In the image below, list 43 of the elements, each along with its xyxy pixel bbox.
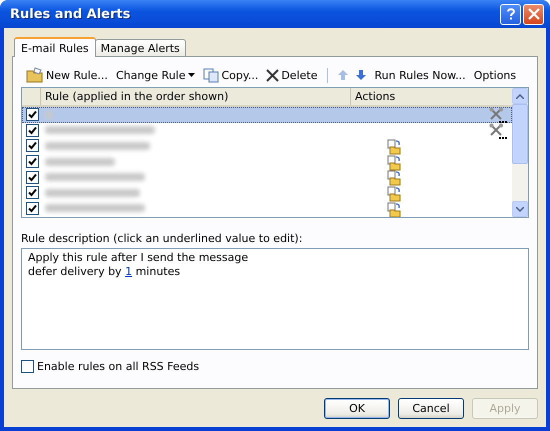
description-text: defer delivery by: [28, 265, 123, 278]
description-text: minutes: [134, 265, 180, 278]
rule-row[interactable]: [22, 107, 512, 123]
blurred-text: [45, 158, 115, 166]
folder-icon: [26, 67, 44, 83]
tab[interactable]: E-mail Rules: [14, 37, 96, 57]
checkbox[interactable]: [21, 360, 34, 373]
column-header[interactable]: Rule (applied in the order shown): [41, 88, 351, 105]
delete-icon: [266, 68, 280, 82]
checkbox[interactable]: [26, 170, 39, 184]
checkbox[interactable]: [26, 155, 39, 168]
toolbar-button[interactable]: Copy...: [200, 66, 260, 84]
value-link[interactable]: 1: [125, 265, 132, 278]
down-arrow-icon: [356, 70, 366, 80]
close-icon: [528, 8, 540, 20]
checkbox[interactable]: [26, 139, 39, 152]
checkbox[interactable]: [26, 186, 39, 200]
scroll-down-icon: [516, 206, 524, 212]
checkbox[interactable]: [26, 108, 39, 122]
dialog-button[interactable]: OK: [324, 398, 390, 419]
caret-icon: [188, 73, 194, 77]
description-text: Apply this rule after I send the message: [28, 251, 248, 264]
column-header[interactable]: Actions: [351, 88, 512, 105]
close-button[interactable]: [523, 4, 544, 24]
toolbar-button[interactable]: Delete: [264, 68, 320, 82]
toolbar-button[interactable]: New Rule...: [24, 66, 110, 84]
copy-icon: [202, 68, 220, 82]
blurred-text: [45, 110, 53, 119]
scroll-up-icon: [516, 94, 524, 98]
up-arrow-icon: [338, 70, 348, 80]
checkbox[interactable]: [26, 202, 39, 215]
scrollbar[interactable]: [512, 88, 528, 217]
checkbox[interactable]: [26, 124, 39, 137]
window-title: Rules and Alerts: [10, 6, 130, 22]
toolbar-button[interactable]: Change Rule: [114, 68, 196, 82]
toolbar-button[interactable]: Run Rules Now...: [372, 68, 468, 82]
checkbox-label: Enable rules on all RSS Feeds: [37, 360, 200, 373]
toolbar-button[interactable]: Options: [472, 68, 518, 82]
tab[interactable]: Manage Alerts: [94, 39, 186, 56]
help-button[interactable]: [500, 4, 521, 24]
move-down-button[interactable]: [354, 69, 368, 81]
field-label: Rule description (click an underlined value to edit):: [21, 232, 304, 245]
dialog-button[interactable]: Cancel: [398, 398, 464, 419]
